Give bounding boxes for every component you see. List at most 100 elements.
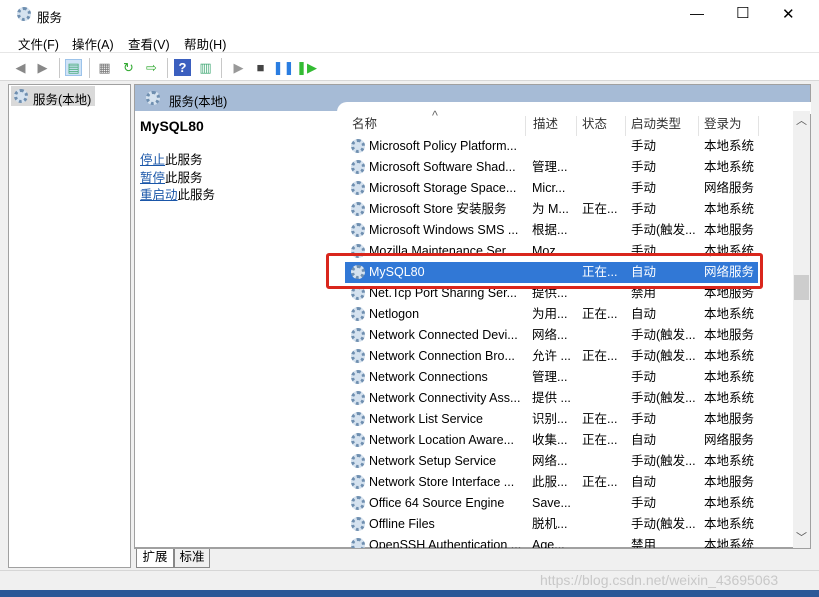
service-name: Network Setup Service bbox=[369, 454, 497, 468]
service-name: Network Connected Devi... bbox=[369, 328, 518, 342]
service-row[interactable]: Microsoft Storage Space... Micr... 手动 网络服务 bbox=[345, 178, 758, 199]
service-row[interactable]: Microsoft Policy Platform... 手动 本地系统 bbox=[345, 136, 758, 157]
service-name: Network Connection Bro... bbox=[369, 349, 515, 363]
service-log-on-as: 本地系统 bbox=[704, 160, 755, 174]
service-row[interactable]: Network Connectivity Ass... 提供 ... 手动(触发..… bbox=[345, 388, 758, 409]
column-header-status[interactable]: 状态 bbox=[577, 116, 626, 136]
service-gear-icon bbox=[351, 223, 365, 237]
menu-help[interactable]: 帮助(H) bbox=[184, 34, 226, 53]
service-startup-type: 手动(触发... bbox=[631, 349, 696, 363]
service-gear-icon bbox=[351, 517, 365, 531]
scrollbar-thumb[interactable] bbox=[794, 275, 809, 300]
service-row[interactable]: Offline Files 脱机... 手动(触发... 本地系统 bbox=[345, 514, 758, 535]
highlight-box bbox=[326, 253, 763, 289]
service-name: Microsoft Windows SMS ... bbox=[369, 223, 519, 237]
service-log-on-as: 本地系统 bbox=[704, 307, 755, 321]
service-row[interactable]: Microsoft Store 安装服务 为 M... 正在... 手动 本地系统 bbox=[345, 199, 758, 220]
service-startup-type: 手动(触发... bbox=[631, 391, 696, 405]
column-header-description[interactable]: 描述 bbox=[527, 116, 577, 136]
service-startup-type: 手动(触发... bbox=[631, 517, 696, 531]
service-row[interactable]: Office 64 Source Engine Save... 手动 本地系统 bbox=[345, 493, 758, 514]
service-startup-type: 自动 bbox=[631, 475, 657, 489]
start-service-icon[interactable]: ▶ bbox=[230, 59, 247, 76]
action-pane-icon[interactable]: ▥ bbox=[197, 59, 214, 76]
tab-standard[interactable]: 标准 bbox=[174, 549, 210, 568]
restart-service-icon[interactable]: ❚▶ bbox=[296, 59, 317, 76]
help-icon[interactable]: ? bbox=[174, 59, 191, 76]
tab-extended[interactable]: 扩展 bbox=[136, 549, 174, 568]
watermark: https://blog.csdn.net/weixin_43695063 bbox=[540, 572, 779, 588]
services-gear-icon bbox=[14, 89, 28, 103]
service-name: Offline Files bbox=[369, 517, 435, 531]
service-row[interactable]: Microsoft Software Shad... 管理... 手动 本地系统 bbox=[345, 157, 758, 178]
menu-action[interactable]: 操作(A) bbox=[72, 34, 114, 53]
service-description: 根据... bbox=[532, 223, 568, 237]
service-gear-icon bbox=[351, 454, 365, 468]
service-row[interactable]: Network Connection Bro... 允许 ... 正在... 手动(触… bbox=[345, 346, 758, 367]
service-name: Office 64 Source Engine bbox=[369, 496, 505, 510]
column-header-name[interactable]: 名称 ^ bbox=[346, 109, 526, 136]
service-gear-icon bbox=[351, 370, 365, 384]
service-startup-type: 手动 bbox=[631, 496, 657, 510]
service-row[interactable]: Network Store Interface ... 此服... 正在... 自动 本… bbox=[345, 472, 758, 493]
service-gear-icon bbox=[351, 307, 365, 321]
close-button[interactable]: ✕ bbox=[782, 5, 795, 23]
service-log-on-as: 本地服务 bbox=[704, 475, 755, 489]
service-log-on-as: 本地系统 bbox=[704, 349, 755, 363]
service-startup-type: 自动 bbox=[631, 433, 657, 447]
service-row[interactable]: Netlogon 为用... 正在... 自动 本地系统 bbox=[345, 304, 758, 325]
service-gear-icon bbox=[351, 433, 365, 447]
services-gear-icon bbox=[146, 91, 160, 105]
minimize-button[interactable]: — bbox=[690, 5, 704, 21]
service-startup-type: 手动(触发... bbox=[631, 223, 696, 237]
back-arrow-icon[interactable]: ◀ bbox=[12, 59, 29, 76]
vertical-scrollbar[interactable]: ︿ ﹀ bbox=[793, 111, 810, 548]
properties-icon[interactable]: ▦ bbox=[96, 59, 113, 76]
service-gear-icon bbox=[351, 349, 365, 363]
export-list-icon[interactable]: ⇨ bbox=[143, 59, 160, 76]
service-log-on-as: 本地系统 bbox=[704, 202, 755, 216]
service-log-on-as: 本地系统 bbox=[704, 139, 755, 153]
pause-service-icon[interactable]: ❚❚ bbox=[273, 59, 295, 76]
service-log-on-as: 本地服务 bbox=[704, 328, 755, 342]
refresh-icon[interactable]: ↻ bbox=[120, 59, 137, 76]
service-row[interactable]: Network Connected Devi... 网络... 手动(触发... 本地… bbox=[345, 325, 758, 346]
service-log-on-as: 本地服务 bbox=[704, 412, 755, 426]
service-name: Microsoft Store 安装服务 bbox=[369, 202, 507, 216]
service-name: Network Location Aware... bbox=[369, 433, 514, 447]
view-tabs: 扩展 标准 bbox=[134, 548, 811, 568]
service-name: Network Connections bbox=[369, 370, 488, 384]
service-startup-type: 手动 bbox=[631, 202, 657, 216]
service-row[interactable]: Microsoft Windows SMS ... 根据... 手动(触发... 本地… bbox=[345, 220, 758, 241]
tree-item-services-local[interactable]: 服务(本地) bbox=[11, 86, 95, 107]
service-row[interactable]: Network Connections 管理... 手动 本地系统 bbox=[345, 367, 758, 388]
service-log-on-as: 本地系统 bbox=[704, 496, 755, 510]
toolbar: ◀ ▶ ▤ ▦ ↻ ⇨ ? ▥ ▶ ■ ❚❚ ❚▶ bbox=[0, 52, 819, 81]
service-log-on-as: 本地系统 bbox=[704, 370, 755, 384]
column-header-startup-type[interactable]: 启动类型 bbox=[626, 116, 699, 136]
service-status: 正在... bbox=[582, 307, 618, 321]
column-header-log-on-as[interactable]: 登录为 bbox=[699, 116, 759, 136]
services-gear-icon bbox=[17, 7, 31, 21]
service-status: 正在... bbox=[582, 433, 618, 447]
stop-service-icon[interactable]: ■ bbox=[252, 59, 269, 76]
service-row[interactable]: Network Setup Service 网络... 手动(触发... 本地系统 bbox=[345, 451, 758, 472]
service-gear-icon bbox=[351, 160, 365, 174]
service-startup-type: 手动 bbox=[631, 181, 657, 195]
show-console-tree-icon[interactable]: ▤ bbox=[65, 59, 82, 76]
scroll-up-icon[interactable]: ︿ bbox=[796, 112, 807, 128]
service-gear-icon bbox=[351, 139, 365, 153]
service-gear-icon bbox=[351, 391, 365, 405]
menu-view[interactable]: 查看(V) bbox=[128, 34, 170, 53]
service-name: Network Store Interface ... bbox=[369, 475, 515, 489]
service-row[interactable]: Network Location Aware... 收集... 正在... 自动 网络服… bbox=[345, 430, 758, 451]
menu-file[interactable]: 文件(F) bbox=[18, 34, 59, 53]
maximize-button[interactable]: ☐ bbox=[736, 4, 749, 22]
service-row[interactable]: Network List Service 识别... 正在... 手动 本地服务 bbox=[345, 409, 758, 430]
service-description: 为用... bbox=[532, 307, 568, 321]
menu-bar: 文件(F) 操作(A) 查看(V) 帮助(H) bbox=[0, 30, 819, 52]
service-name: Microsoft Policy Platform... bbox=[369, 139, 517, 153]
service-name: Network Connectivity Ass... bbox=[369, 391, 521, 405]
scroll-down-icon[interactable]: ﹀ bbox=[796, 529, 807, 545]
forward-arrow-icon[interactable]: ▶ bbox=[34, 59, 51, 76]
